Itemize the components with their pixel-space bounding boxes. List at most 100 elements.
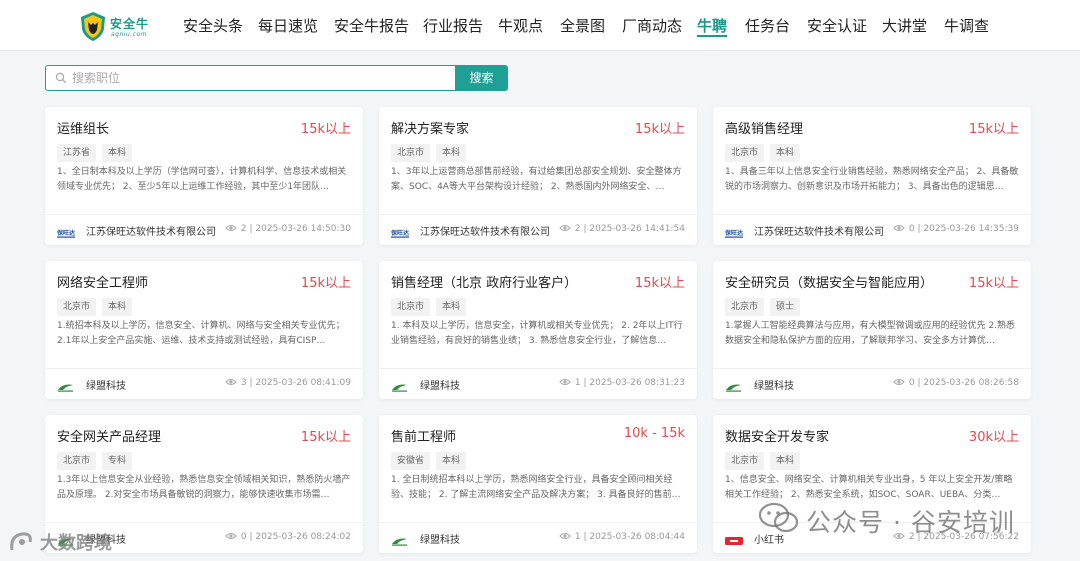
job-card[interactable]: 网络安全工程师 15k以上 北京市 本科 1.统招本科及以上学历，信息安全、计算机… xyxy=(45,261,363,399)
job-meta: 3 | 2025-03-26 08:41:09 xyxy=(225,378,351,388)
card-divider xyxy=(379,522,697,523)
location-tag: 北京市 xyxy=(391,298,431,316)
job-salary: 30k以上 xyxy=(968,430,1019,445)
job-salary: 15k以上 xyxy=(300,122,351,137)
job-title[interactable]: 解决方案专家 xyxy=(391,118,469,137)
view-count: 2 xyxy=(240,224,247,234)
job-tags: 北京市 专科 xyxy=(57,448,138,470)
search-icon xyxy=(55,72,67,84)
post-time: 2025-03-26 14:50:30 xyxy=(255,224,351,234)
view-count: 2 xyxy=(574,224,581,234)
job-salary: 15k以上 xyxy=(968,276,1019,291)
job-description: 1. 本科及以上学历，信息安全，计算机或相关专业优先； 2. 2年以上IT行业销… xyxy=(391,321,683,346)
company-name[interactable]: 江苏保旺达软件技术有限公司 xyxy=(754,223,884,238)
education-tag: 本科 xyxy=(102,298,133,316)
location-tag: 北京市 xyxy=(391,144,431,162)
svg-text:保旺达: 保旺达 xyxy=(725,229,743,237)
education-tag: 本科 xyxy=(770,452,801,470)
job-title[interactable]: 安全网关产品经理 xyxy=(57,426,161,445)
job-meta: 2 | 2025-03-26 14:50:30 xyxy=(225,224,351,234)
job-description: 1、3年以上运营商总部售前经验，有过给集团总部安全规划、安全整体方案、SOC、4… xyxy=(391,167,682,192)
nav-item-reports[interactable]: 安全牛报告 xyxy=(334,15,409,36)
job-title[interactable]: 运维组长 xyxy=(57,118,109,137)
job-title[interactable]: 数据安全开发专家 xyxy=(725,426,829,445)
baowangda-logo-icon: 保旺达 xyxy=(390,224,409,238)
job-description: 1.掌握人工智能经典算法与应用，有大模型微调或应用的经验优先 2.熟悉数据安全和… xyxy=(725,321,1016,346)
nav-item-tasks[interactable]: 任务台 xyxy=(745,15,790,36)
job-title[interactable]: 网络安全工程师 xyxy=(57,272,148,291)
job-card[interactable]: 销售经理（北京 政府行业客户） 15k以上 北京市 本科 1. 本科及以上学历，信… xyxy=(379,261,697,399)
shield-logo-icon xyxy=(81,12,105,41)
job-title[interactable]: 安全研究员（数据安全与智能应用） xyxy=(725,272,933,291)
view-count: 0 xyxy=(908,378,915,388)
watermark-left: 大数跨境 xyxy=(40,533,112,554)
job-card[interactable]: 运维组长 15k以上 江苏省 本科 1、全日制本科及以上学历（学信网可查），计算机… xyxy=(45,107,363,245)
nsfocus-logo-icon xyxy=(391,532,409,546)
nav-item-daily[interactable]: 每日速览 xyxy=(258,15,318,36)
education-tag: 本科 xyxy=(770,144,801,162)
job-card[interactable]: 安全研究员（数据安全与智能应用） 15k以上 北京市 硕士 1.掌握人工智能经典算… xyxy=(713,261,1031,399)
company-name[interactable]: 江苏保旺达软件技术有限公司 xyxy=(420,223,550,238)
company-name[interactable]: 绿盟科技 xyxy=(86,377,126,392)
location-tag: 北京市 xyxy=(57,452,97,470)
job-card[interactable]: 售前工程师 10k - 15k 安徽省 本科 1. 全日制统招本科以上学历，熟悉网… xyxy=(379,415,697,553)
nsfocus-logo-icon xyxy=(391,378,409,392)
company-name[interactable]: 绿盟科技 xyxy=(754,377,794,392)
post-time: 2025-03-26 14:35:39 xyxy=(923,224,1019,234)
view-count: 0 xyxy=(908,224,915,234)
eye-icon xyxy=(225,225,237,231)
card-divider xyxy=(45,214,363,215)
eye-icon xyxy=(893,379,905,385)
job-meta: 0 | 2025-03-26 08:24:02 xyxy=(225,532,351,542)
job-tags: 北京市 本科 xyxy=(391,294,472,316)
job-salary: 15k以上 xyxy=(634,276,685,291)
job-description: 1、具备三年以上信息安全行业销售经验，熟悉网络安全产品； 2、具备敏锐的市场洞察… xyxy=(725,167,1019,192)
location-tag: 北京市 xyxy=(725,144,765,162)
job-meta: 1 | 2025-03-26 08:31:23 xyxy=(559,378,685,388)
eye-icon xyxy=(559,379,571,385)
nav-item-vendor-news[interactable]: 厂商动态 xyxy=(622,15,682,36)
company-name[interactable]: 江苏保旺达软件技术有限公司 xyxy=(86,223,216,238)
job-salary: 15k以上 xyxy=(300,276,351,291)
nav-item-survey[interactable]: 牛调查 xyxy=(944,15,989,36)
nav-item-panorama[interactable]: 全景图 xyxy=(560,15,605,36)
job-tags: 安徽省 本科 xyxy=(391,448,472,470)
company-name[interactable]: 绿盟科技 xyxy=(420,531,460,546)
card-divider xyxy=(379,368,697,369)
nav-item-headlines[interactable]: 安全头条 xyxy=(183,15,243,36)
baowangda-logo-icon: 保旺达 xyxy=(724,224,743,238)
nav-item-industry-reports[interactable]: 行业报告 xyxy=(423,15,483,36)
education-tag: 本科 xyxy=(436,298,467,316)
logo-subtext: aqniu.com xyxy=(111,31,147,38)
job-salary: 15k以上 xyxy=(634,122,685,137)
top-header: 安全牛 aqniu.com 安全头条 每日速览 安全牛报告 行业报告 牛观点 全… xyxy=(0,0,1080,51)
job-title[interactable]: 销售经理（北京 政府行业客户） xyxy=(391,272,577,291)
location-tag: 北京市 xyxy=(57,298,97,316)
nav-item-opinions[interactable]: 牛观点 xyxy=(498,15,543,36)
job-title[interactable]: 高级销售经理 xyxy=(725,118,803,137)
job-card[interactable]: 解决方案专家 15k以上 北京市 本科 1、3年以上运营商总部售前经验，有过给集团… xyxy=(379,107,697,245)
nav-item-certification[interactable]: 安全认证 xyxy=(807,15,867,36)
nav-item-jobs[interactable]: 牛聘 xyxy=(697,15,727,36)
company-name[interactable]: 绿盟科技 xyxy=(420,377,460,392)
post-time: 2025-03-26 14:41:54 xyxy=(589,224,685,234)
view-count: 3 xyxy=(240,378,247,388)
eye-icon xyxy=(559,225,571,231)
nav-item-lectures[interactable]: 大讲堂 xyxy=(882,15,927,36)
job-card[interactable]: 高级销售经理 15k以上 北京市 本科 1、具备三年以上信息安全行业销售经验，熟悉… xyxy=(713,107,1031,245)
job-meta: 2 | 2025-03-26 14:41:54 xyxy=(559,224,685,234)
watermark-right: 公众号 · 谷安培训 xyxy=(806,508,1015,537)
education-tag: 本科 xyxy=(436,144,467,162)
eye-icon xyxy=(225,533,237,539)
svg-text:保旺达: 保旺达 xyxy=(391,229,409,237)
job-title[interactable]: 售前工程师 xyxy=(391,426,456,445)
job-tags: 江苏省 本科 xyxy=(57,140,138,162)
education-tag: 本科 xyxy=(102,144,133,162)
site-logo[interactable]: 安全牛 aqniu.com xyxy=(80,11,152,43)
job-tags: 北京市 本科 xyxy=(725,140,806,162)
eye-icon xyxy=(559,533,571,539)
search-input[interactable] xyxy=(72,67,450,89)
logo-text: 安全牛 xyxy=(110,17,150,31)
search-button[interactable]: 搜索 xyxy=(455,65,508,91)
education-tag: 本科 xyxy=(436,452,467,470)
